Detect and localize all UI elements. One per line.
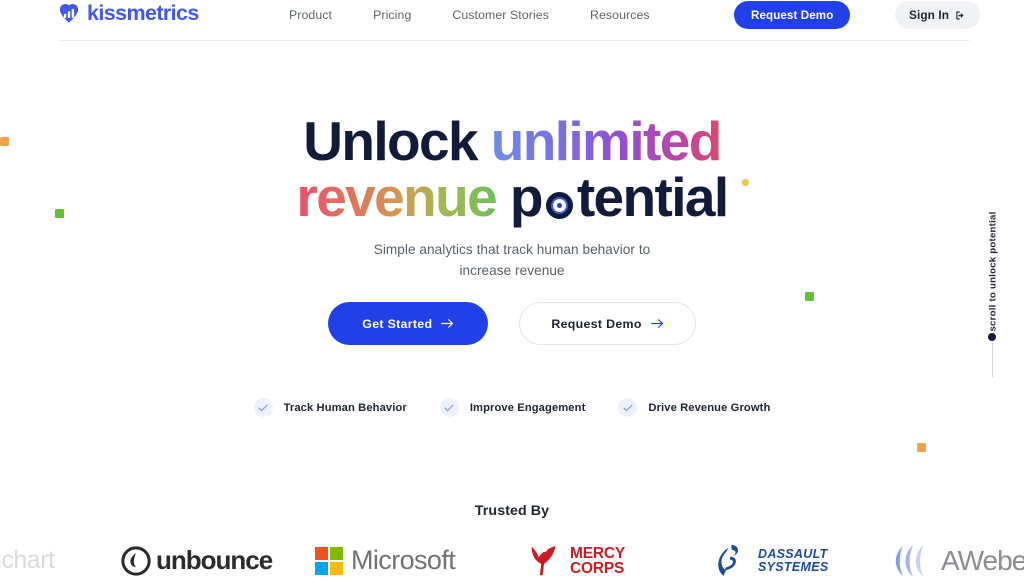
scroll-indicator-line [991, 343, 993, 377]
headline-unlock: Unlock [303, 110, 491, 172]
bullseye-o-icon [543, 188, 576, 221]
logo-dassault-text: DASSAULT SYSTEMES [758, 546, 829, 574]
mercy-line-1: MERCY [570, 544, 625, 562]
sign-in-button[interactable]: Sign In [895, 1, 981, 29]
logo-mercy-corps: MERCY CORPS [526, 536, 625, 585]
hero-subtitle: Simple analytics that track human behavi… [0, 239, 1024, 281]
feature-item-improve-engagement: Improve Engagement [439, 398, 586, 417]
nav-link-pricing[interactable]: Pricing [373, 8, 411, 22]
nav-link-customer-stories[interactable]: Customer Stories [452, 8, 549, 22]
decoration-square-green-right [805, 292, 814, 301]
dassault-line-1: DASSAULT [758, 546, 828, 561]
scroll-indicator-dot [988, 333, 996, 341]
request-demo-button[interactable]: Request Demo [519, 302, 696, 345]
headline-line-1: Unlock unlimited [0, 113, 1024, 169]
bar-chart-icon [59, 3, 79, 23]
microsoft-squares-icon [315, 546, 343, 575]
logo-lucidchart: dchart [0, 536, 55, 585]
hero-subtitle-line-2: increase revenue [459, 263, 565, 278]
aweber-arcs-icon [895, 544, 924, 577]
unbounce-mark-icon [121, 545, 151, 576]
nav-link-product[interactable]: Product [289, 8, 332, 22]
hero-feature-list: Track Human Behavior Improve Engagement … [0, 398, 1024, 417]
headline-unlimited: unlimited [490, 110, 723, 172]
headline-revenue: revenue [296, 166, 497, 228]
sign-in-label: Sign In [909, 8, 950, 22]
request-demo-label: Request Demo [551, 316, 642, 331]
logo-dassault-systemes: DASSAULT SYSTEMES [718, 536, 828, 585]
headline-potential-post: tential [576, 166, 729, 228]
logo-mercy-corps-text: MERCY CORPS [570, 544, 625, 577]
logo-unbounce-text: unbounce [156, 545, 273, 575]
header-request-demo-button[interactable]: Request Demo [734, 1, 851, 29]
feature-label: Improve Engagement [469, 401, 586, 414]
headline-line-2: revenue p tential [0, 169, 1024, 225]
decoration-square-green-left [55, 209, 64, 218]
check-icon [618, 398, 638, 417]
feature-item-track-human-behavior: Track Human Behavior [253, 398, 407, 417]
logo-microsoft-text: Microsoft [351, 545, 456, 575]
headline-potential-pre: p [496, 166, 544, 228]
arrow-right-icon [650, 319, 663, 328]
login-arrow-icon [956, 11, 964, 19]
mercy-line-2: CORPS [570, 559, 625, 577]
main-nav: Product Pricing Customer Stories Resourc… [289, 8, 650, 22]
hero-cta-row: Get Started Request Demo [0, 302, 1024, 345]
dassault-line-2: SYSTEMES [758, 559, 829, 574]
decoration-square-orange-left [0, 137, 9, 146]
logo-unbounce: unbounce [121, 536, 273, 585]
nav-link-resources[interactable]: Resources [590, 8, 650, 22]
check-icon [439, 398, 459, 417]
decoration-dot-yellow [742, 179, 749, 186]
landing-page: kissmetrics Product Pricing Customer Sto… [0, 0, 1024, 585]
decoration-square-orange-right [917, 443, 926, 452]
feature-label: Drive Revenue Growth [648, 401, 771, 414]
scroll-hint: scroll to unlock potential [983, 206, 1003, 336]
get-started-label: Get Started [362, 316, 433, 331]
feature-item-drive-revenue-growth: Drive Revenue Growth [618, 398, 770, 417]
get-started-button[interactable]: Get Started [328, 302, 489, 345]
page-title: Unlock unlimited revenue p tential [0, 113, 1024, 225]
arrow-right-icon [441, 319, 454, 328]
hero-subtitle-line-1: Simple analytics that track human behavi… [373, 242, 651, 257]
dassault-3ds-icon [718, 544, 739, 576]
site-header: kissmetrics Product Pricing Customer Sto… [0, 0, 1024, 41]
feature-label: Track Human Behavior [283, 401, 407, 414]
trusted-by-logos: dchart unbounce Microsoft [0, 536, 1024, 585]
logo-microsoft: Microsoft [315, 536, 456, 585]
header-divider [60, 40, 970, 41]
logo-lucidchart-text: dchart [0, 546, 55, 574]
mercy-corps-leaf-icon [531, 545, 556, 575]
trusted-by-title: Trusted By [474, 503, 550, 519]
site-logo[interactable]: kissmetrics [58, 3, 199, 25]
scroll-hint-label: scroll to unlock potential [987, 210, 999, 332]
logo-aweber-text: AWebe [941, 544, 1024, 576]
logo-wordmark: kissmetrics [87, 1, 199, 26]
logo-aweber: AWebe [895, 536, 1024, 585]
check-icon [253, 398, 273, 417]
